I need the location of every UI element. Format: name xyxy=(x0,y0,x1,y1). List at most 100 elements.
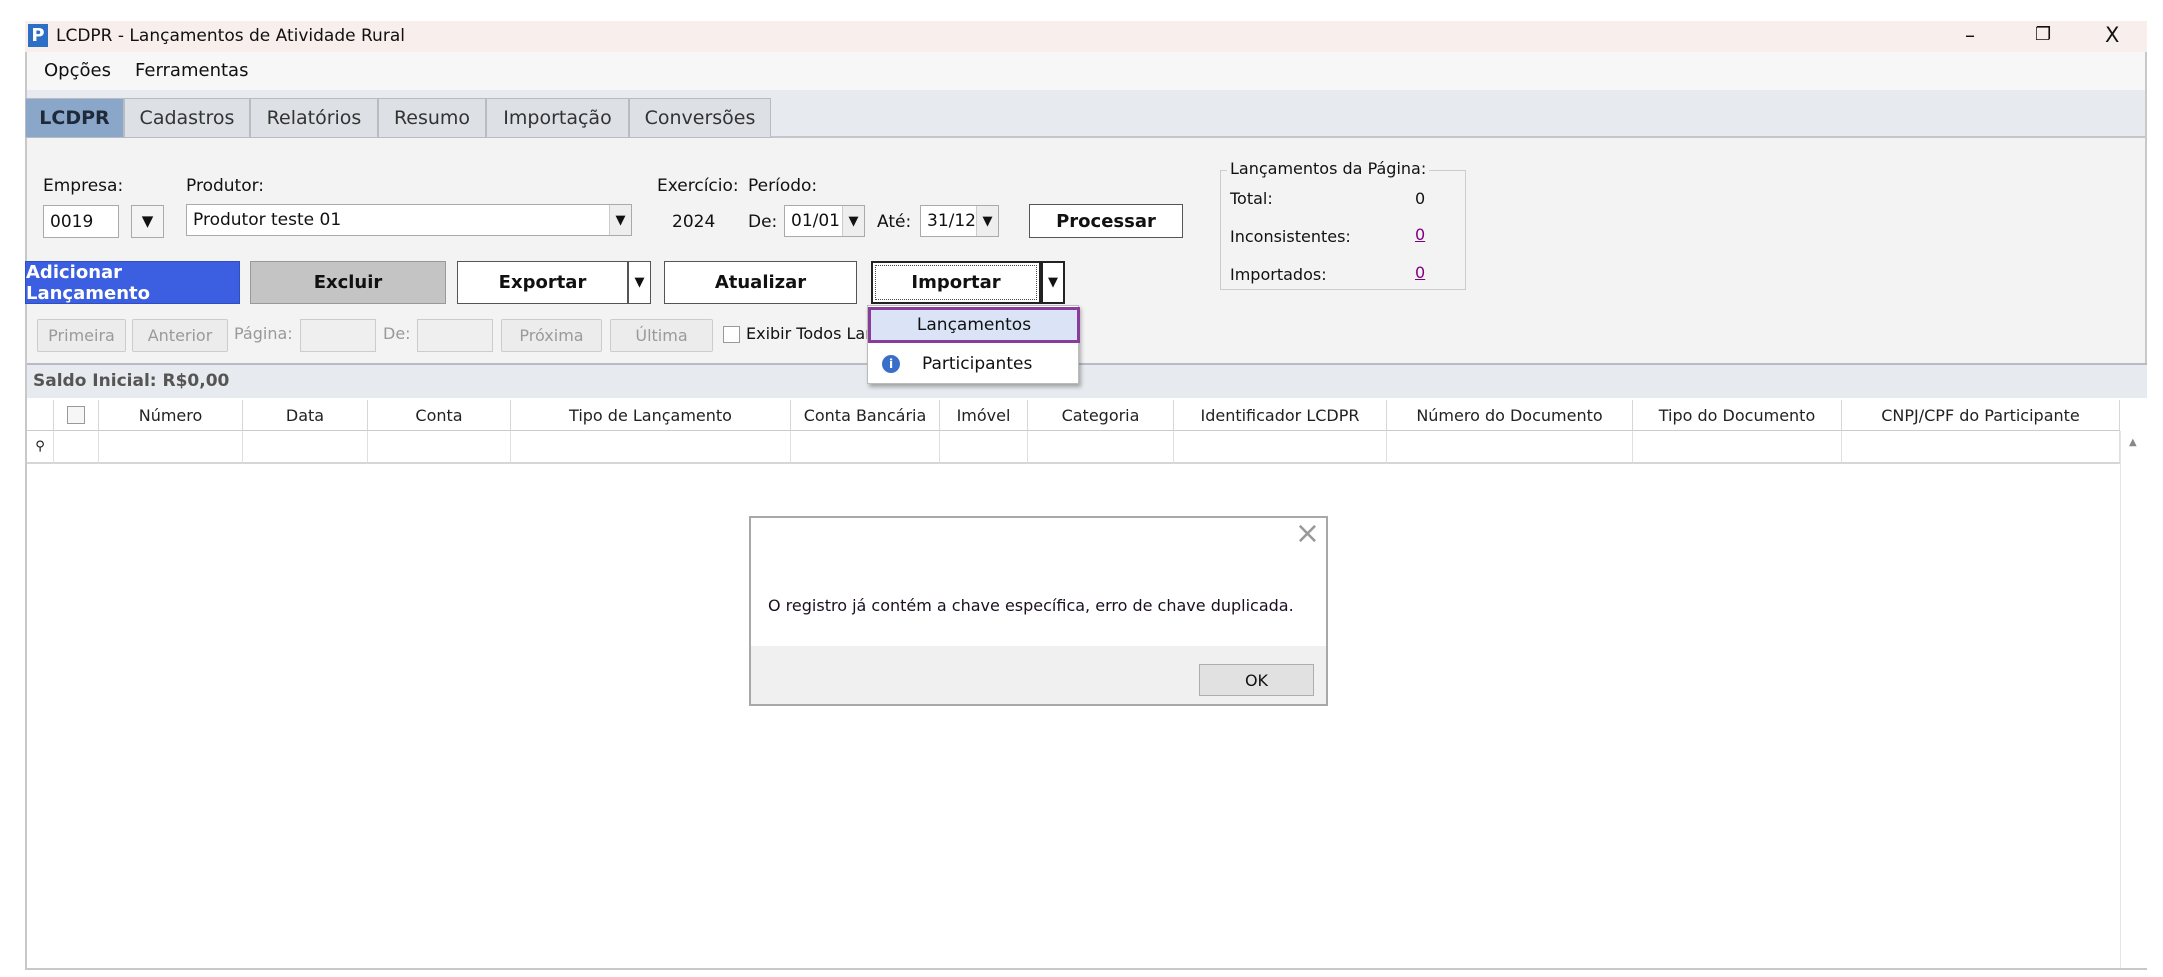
primeira-button[interactable]: Primeira xyxy=(37,319,126,352)
column-header[interactable]: Tipo do Documento xyxy=(1633,400,1842,431)
pager-de-input[interactable] xyxy=(417,319,493,352)
filter-cell[interactable] xyxy=(791,431,940,464)
filter-cell[interactable] xyxy=(1842,431,2120,464)
column-header[interactable]: Número do Documento xyxy=(1387,400,1633,431)
periodo-de-combo[interactable]: 01/01 ▼ xyxy=(784,205,865,237)
tab-cadastros[interactable]: Cadastros xyxy=(124,98,250,138)
chevron-down-icon: ▼ xyxy=(842,206,864,236)
pagina-label: Página: xyxy=(234,324,293,343)
dialog-footer: OK xyxy=(751,646,1326,704)
empresa-input[interactable]: 0019 xyxy=(43,205,119,238)
row-indicator-header xyxy=(27,400,54,431)
menu-bar: Opções Ferramentas xyxy=(27,52,2145,90)
column-header[interactable]: Conta xyxy=(368,400,511,431)
scroll-up-icon[interactable]: ▲ xyxy=(2129,437,2137,448)
anterior-button[interactable]: Anterior xyxy=(132,319,228,352)
exportar-dropdown-button[interactable]: ▼ xyxy=(628,261,651,304)
select-all-header xyxy=(54,400,99,431)
produtor-combo[interactable]: Produtor teste 01 ▼ xyxy=(186,204,632,236)
filter-cell[interactable] xyxy=(1174,431,1387,464)
minimize-button[interactable]: – xyxy=(1965,23,1975,47)
vertical-scrollbar[interactable]: ▲ xyxy=(2120,431,2147,968)
chevron-down-icon: ▼ xyxy=(976,206,998,236)
menu-item-participantes[interactable]: i Participantes xyxy=(868,346,1080,382)
exportar-button[interactable]: Exportar xyxy=(457,261,628,304)
app-logo-icon: P xyxy=(28,24,48,47)
tab-resumo[interactable]: Resumo xyxy=(378,98,486,138)
inconsistentes-link[interactable]: 0 xyxy=(1415,225,1425,244)
empresa-dropdown-button[interactable]: ▼ xyxy=(131,205,164,238)
tab-lcdpr[interactable]: LCDPR xyxy=(25,98,124,138)
tab-bar: LCDPR Cadastros Relatórios Resumo Import… xyxy=(25,90,2145,138)
periodo-ate-combo[interactable]: 31/12 ▼ xyxy=(920,205,999,237)
column-header[interactable]: Identificador LCDPR xyxy=(1174,400,1387,431)
excluir-button[interactable]: Excluir xyxy=(250,261,446,304)
de-label: De: xyxy=(748,212,778,232)
column-header[interactable]: Número xyxy=(99,400,243,431)
importar-button[interactable]: Importar xyxy=(871,261,1041,304)
exibir-todos-checkbox[interactable] xyxy=(723,326,740,343)
saldo-bar: Saldo Inicial: R$0,00 xyxy=(27,365,2147,399)
pager-de-label: De: xyxy=(383,324,411,343)
total-label: Total: xyxy=(1230,189,1273,208)
import-dropdown-menu: Lançamentos i Participantes xyxy=(867,305,1080,384)
proxima-button[interactable]: Próxima xyxy=(501,319,602,352)
menu-item-lancamentos[interactable]: Lançamentos xyxy=(868,307,1080,343)
empresa-value: 0019 xyxy=(50,211,94,232)
restore-button[interactable]: ❐ xyxy=(2035,24,2051,45)
pagina-input[interactable] xyxy=(300,319,376,352)
tab-relatorios[interactable]: Relatórios xyxy=(250,98,378,138)
dialog-close-button[interactable]: × xyxy=(1295,516,1320,551)
processar-button[interactable]: Processar xyxy=(1029,204,1183,238)
exercicio-value: 2024 xyxy=(672,212,716,232)
chevron-down-icon: ▼ xyxy=(609,205,631,235)
filter-cell[interactable] xyxy=(1633,431,1842,464)
menu-item-label: Lançamentos xyxy=(916,315,1032,335)
de-value: 01/01 xyxy=(791,211,840,231)
error-dialog: × O registro já contém a chave específic… xyxy=(749,516,1328,706)
column-header[interactable]: CNPJ/CPF do Participante xyxy=(1842,400,2120,431)
filter-cell[interactable] xyxy=(511,431,791,464)
filter-cell[interactable] xyxy=(1387,431,1633,464)
filter-cell[interactable] xyxy=(243,431,368,464)
empresa-label: Empresa: xyxy=(43,176,124,196)
ate-label: Até: xyxy=(877,212,912,232)
atualizar-button[interactable]: Atualizar xyxy=(664,261,857,304)
filter-cell[interactable] xyxy=(1028,431,1174,464)
produtor-label: Produtor: xyxy=(186,176,265,196)
dialog-message: O registro já contém a chave específica,… xyxy=(768,596,1294,615)
column-header[interactable]: Tipo de Lançamento xyxy=(511,400,791,431)
ate-value: 31/12 xyxy=(927,211,976,231)
saldo-inicial: Saldo Inicial: R$0,00 xyxy=(33,371,230,391)
importados-label: Importados: xyxy=(1230,265,1327,284)
column-header[interactable]: Conta Bancária xyxy=(791,400,940,431)
summary-group: Lançamentos da Página: Total: 0 Inconsis… xyxy=(1220,159,1466,290)
filter-cell[interactable] xyxy=(99,431,243,464)
select-all-checkbox[interactable] xyxy=(67,406,85,424)
adicionar-lancamento-button[interactable]: Adicionar Lançamento xyxy=(25,261,240,304)
menu-opcoes[interactable]: Opções xyxy=(44,60,111,81)
importar-dropdown-button[interactable]: ▼ xyxy=(1041,261,1065,304)
window-title: LCDPR - Lançamentos de Atividade Rural xyxy=(56,26,405,46)
filter-cell[interactable] xyxy=(54,431,99,464)
produtor-value: Produtor teste 01 xyxy=(193,210,342,230)
info-icon: i xyxy=(882,355,900,373)
column-header[interactable]: Categoria xyxy=(1028,400,1174,431)
total-value: 0 xyxy=(1415,189,1426,208)
ultima-button[interactable]: Última xyxy=(610,319,713,352)
menu-ferramentas[interactable]: Ferramentas xyxy=(135,60,248,81)
filter-cell[interactable] xyxy=(940,431,1028,464)
periodo-label: Período: xyxy=(748,176,818,196)
tab-conversoes[interactable]: Conversões xyxy=(629,98,771,138)
exercicio-label: Exercício: xyxy=(657,176,739,196)
ok-button[interactable]: OK xyxy=(1199,664,1314,696)
column-header[interactable]: Data xyxy=(243,400,368,431)
importados-link[interactable]: 0 xyxy=(1415,263,1425,282)
summary-title: Lançamentos da Página: xyxy=(1227,159,1430,178)
tab-importacao[interactable]: Importação xyxy=(486,98,629,138)
inconsistentes-label: Inconsistentes: xyxy=(1230,227,1351,246)
column-header[interactable]: Imóvel xyxy=(940,400,1028,431)
filter-cell[interactable] xyxy=(368,431,511,464)
close-button[interactable]: X xyxy=(2105,23,2119,47)
title-bar: P LCDPR - Lançamentos de Atividade Rural… xyxy=(25,21,2147,52)
